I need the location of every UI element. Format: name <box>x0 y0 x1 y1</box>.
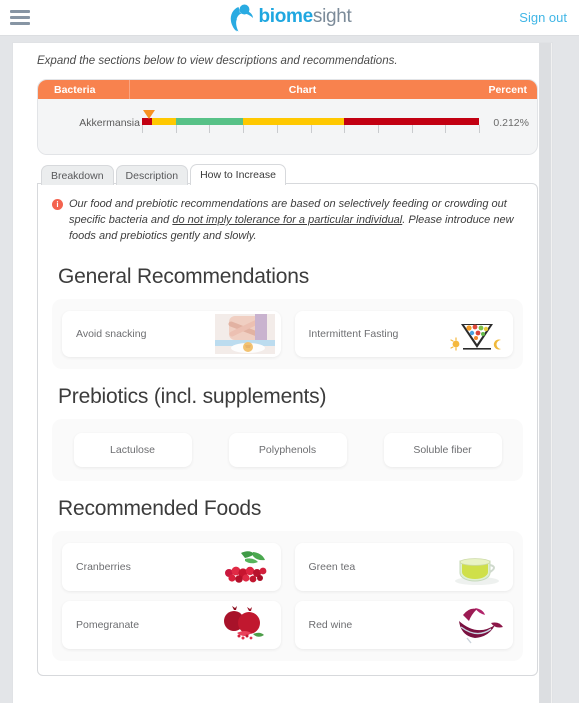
axis-tick <box>344 125 346 133</box>
logo-text-secondary: sight <box>312 6 352 27</box>
hands-refusing-food-photo <box>214 313 275 354</box>
tab-how-to-increase[interactable]: How to Increase <box>190 164 286 185</box>
column-header-bacteria: Bacteria <box>38 80 130 99</box>
section-title: Prebiotics (incl. supplements) <box>58 384 327 408</box>
card-label: Avoid snacking <box>76 327 147 340</box>
recommendation-card[interactable]: Polyphenols <box>228 432 347 467</box>
card-group: Lactulose Polyphenols Soluble fiber <box>52 418 523 481</box>
axis-tick <box>142 125 143 133</box>
section-prebiotics-incl-supplements: Prebiotics (incl. supplements) Lactulose P… <box>48 385 527 481</box>
tab-list: Breakdown Description How to Increase <box>37 163 538 185</box>
value-marker-icon <box>143 110 156 119</box>
axis-tick <box>479 125 480 133</box>
vertical-scrollbar[interactable] <box>539 43 552 703</box>
chart-row: Akkermansia 0246810 0.212% <box>38 99 537 154</box>
chart-table-header: Bacteria Chart Percent <box>38 80 537 99</box>
notice-text: Our food and prebiotic recommendations a… <box>69 197 523 245</box>
card-label: Green tea <box>308 560 356 573</box>
axis-tick <box>209 125 211 133</box>
logo-text-primary: biome <box>258 6 313 27</box>
axis-tick-minor <box>310 125 312 133</box>
section-title: Recommended Foods <box>58 496 262 520</box>
recommendation-card[interactable]: Soluble fiber <box>383 432 502 467</box>
cranberries-photo <box>214 546 275 587</box>
recommendation-card[interactable]: Green tea <box>294 542 513 591</box>
bacteria-name-label: Akkermansia <box>79 117 140 129</box>
biomesight-logo[interactable]: biomesight <box>227 4 352 32</box>
recommendation-card[interactable]: Avoid snacking <box>62 310 281 357</box>
axis-tick <box>411 125 413 133</box>
hamburger-line <box>10 10 30 13</box>
axis-tick <box>276 125 278 133</box>
percent-value: 0.212% <box>493 117 529 129</box>
card-label: Lactulose <box>110 443 155 456</box>
tab-breakdown[interactable]: Breakdown <box>41 165 114 185</box>
bacteria-range-chart[interactable]: 0246810 <box>142 99 480 154</box>
notice-emphasis: do not imply tolerance for a particular … <box>172 213 403 226</box>
logo-wordmark: biomesight <box>258 7 351 28</box>
section-title: General Recommendations <box>58 264 310 288</box>
app-header: biomesight Sign out <box>0 0 579 36</box>
column-header-percent: Percent <box>488 83 527 96</box>
sign-out-link[interactable]: Sign out <box>519 10 567 25</box>
green-tea-cup-photo <box>447 546 507 587</box>
tab-description[interactable]: Description <box>115 165 189 185</box>
chart-axis: 0246810 <box>142 125 480 133</box>
card-label: Pomegranate <box>76 618 140 631</box>
card-label: Cranberries <box>76 560 131 573</box>
axis-tick-minor <box>175 125 177 133</box>
main-content-card: Expand the sections below to view descri… <box>12 42 553 703</box>
tabs-section: Breakdown Description How to Increase i Ou… <box>37 163 538 677</box>
range-segment-very-high <box>344 118 479 125</box>
hamburger-line <box>10 16 30 19</box>
card-label: Polyphenols <box>258 443 317 456</box>
card-label: Soluble fiber <box>413 443 472 456</box>
biomesight-figure-icon <box>230 4 253 31</box>
range-segment-low <box>152 118 176 125</box>
hamburger-icon[interactable] <box>10 10 30 25</box>
page-background: Expand the sections below to view descri… <box>0 36 579 703</box>
range-segment-high <box>243 118 345 125</box>
scrollbar-thumb[interactable] <box>540 43 551 703</box>
range-segment-optimal <box>175 118 244 125</box>
column-header-chart: Chart <box>288 83 317 96</box>
range-bar <box>142 118 479 125</box>
red-wine-glass-photo <box>447 604 507 645</box>
info-icon: i <box>52 199 63 210</box>
pomegranate-photo <box>214 604 275 645</box>
card-label: Red wine <box>308 618 353 631</box>
recommendation-card[interactable]: Red wine <box>294 600 513 649</box>
hamburger-line <box>10 22 30 25</box>
recommendation-card[interactable]: Cranberries <box>62 542 281 591</box>
section-general-recommendations: General Recommendations Avoid snacking Int… <box>48 265 527 369</box>
section-recommended-foods: Recommended Foods Cranberries Green tea Pom… <box>48 497 527 661</box>
range-segment-very-low <box>142 118 153 125</box>
recommendation-notice: i Our food and prebiotic recommendations… <box>48 192 527 249</box>
card-group: Cranberries Green tea Pomegranate Red wine <box>52 530 523 661</box>
card-label: Intermittent Fasting <box>308 327 399 340</box>
card-group: Avoid snacking Intermittent Fasting <box>52 298 523 369</box>
fasting-clock-food-illustration <box>447 313 507 354</box>
axis-tick-minor <box>377 125 379 133</box>
recommendation-card[interactable]: Pomegranate <box>62 600 281 649</box>
recommendation-card[interactable]: Intermittent Fasting <box>294 310 513 357</box>
tab-panel-how-to-increase: i Our food and prebiotic recommendations… <box>37 183 538 676</box>
intro-text: Expand the sections below to view descri… <box>37 55 398 67</box>
axis-tick-minor <box>445 125 447 133</box>
recommendation-sections: General Recommendations Avoid snacking Int… <box>48 265 527 661</box>
recommendation-card[interactable]: Lactulose <box>73 432 192 467</box>
bacteria-chart-panel: Bacteria Chart Percent Akkermansia 02468… <box>37 79 538 155</box>
axis-tick-minor <box>243 125 245 133</box>
